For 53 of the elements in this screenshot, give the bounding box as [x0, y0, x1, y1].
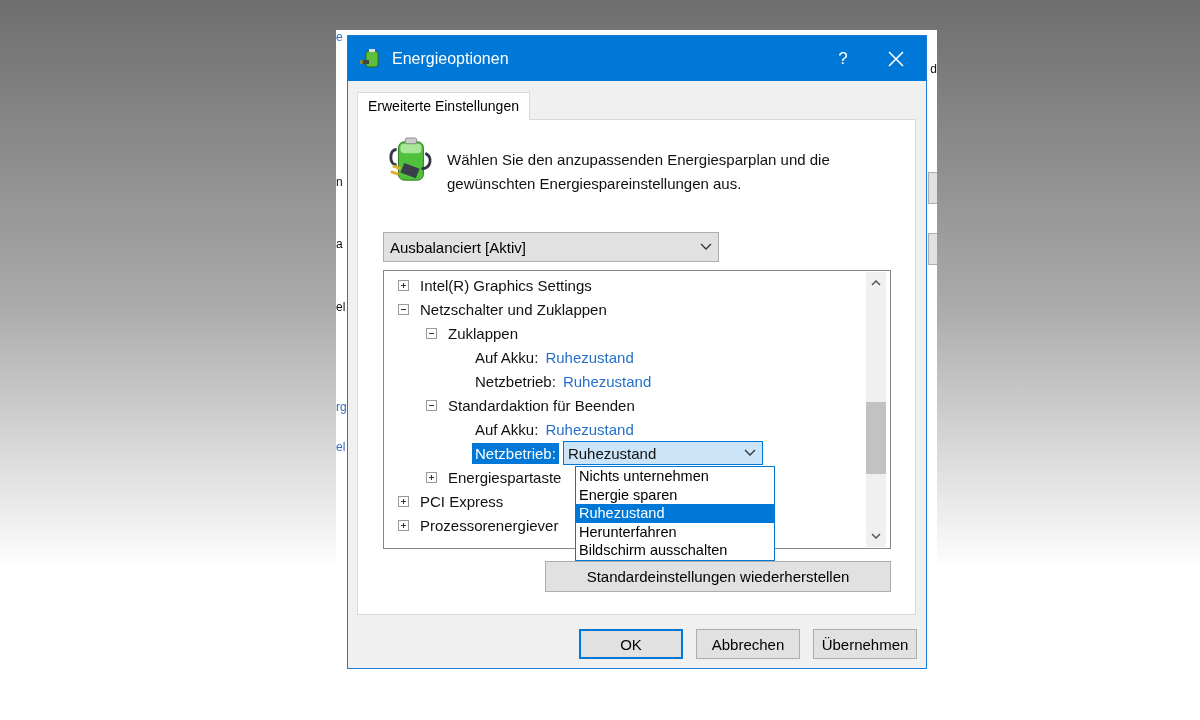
value-dropdown[interactable]: Ruhezustand: [562, 441, 763, 465]
expand-icon[interactable]: [398, 519, 409, 531]
tree-item[interactable]: Prozessorenergiever: [420, 516, 559, 534]
dropdown-option[interactable]: Ruhezustand: [576, 504, 774, 523]
dropdown-option[interactable]: Nichts unternehmen: [576, 467, 774, 486]
help-button[interactable]: ?: [820, 36, 866, 81]
dropdown-edge: [928, 233, 937, 265]
tree-item[interactable]: Zuklappen: [448, 324, 519, 342]
scroll-up-icon[interactable]: [871, 280, 881, 286]
chevron-down-icon: [700, 243, 712, 251]
text-fragment: d: [930, 62, 937, 76]
collapse-icon[interactable]: [398, 303, 409, 315]
dialog-button[interactable]: OK: [579, 629, 683, 659]
setting-value-link[interactable]: Ruhezustand: [562, 372, 652, 390]
expand-icon[interactable]: [426, 471, 437, 483]
expand-icon[interactable]: [398, 279, 409, 291]
text-fragment: n: [336, 175, 343, 189]
restore-defaults-button[interactable]: Standardeinstellungen wiederherstellen: [545, 561, 891, 592]
text-fragment: e: [336, 30, 343, 44]
setting-value-link[interactable]: Ruhezustand: [545, 348, 634, 366]
dropdown-option[interactable]: Energie sparen: [576, 485, 774, 505]
window-title: Energieoptionen: [392, 49, 510, 68]
tree-item[interactable]: Netzschalter und Zuklappen: [420, 300, 607, 318]
dropdown-option[interactable]: Bildschirm ausschalten: [576, 541, 774, 560]
collapse-icon[interactable]: [426, 327, 437, 339]
expand-icon[interactable]: [398, 495, 409, 507]
setting-value-link[interactable]: Ruhezustand: [545, 420, 634, 438]
text-fragment: el: [336, 300, 346, 314]
scroll-down-icon[interactable]: [871, 533, 881, 539]
dialog-button[interactable]: Übernehmen: [813, 629, 917, 659]
scroll-thumb[interactable]: [866, 402, 886, 474]
setting-label[interactable]: Auf Akku:: [472, 346, 542, 368]
dropdown-option[interactable]: Herunterfahren: [576, 522, 774, 542]
dialog-button[interactable]: Abbrechen: [696, 629, 800, 659]
tab[interactable]: Erweiterte Einstellungen: [357, 92, 530, 120]
tree-item[interactable]: Energiespartaste: [448, 468, 562, 486]
tree-item[interactable]: Intel(R) Graphics Settings: [420, 276, 592, 294]
text-fragment: a: [336, 237, 343, 251]
text-fragment: rg: [336, 400, 347, 414]
battery-plug-icon: [360, 47, 382, 70]
setting-label[interactable]: Netzbetrieb:: [472, 370, 559, 392]
text-fragment: el: [336, 440, 346, 454]
collapse-icon[interactable]: [426, 399, 437, 411]
setting-label[interactable]: Auf Akku:: [472, 418, 542, 440]
dropdown-edge: [928, 172, 937, 204]
scrollbar[interactable]: [866, 272, 886, 547]
tree-item[interactable]: Standardaktion für Beenden: [448, 396, 635, 414]
close-icon: [888, 50, 904, 67]
tree-item[interactable]: PCI Express: [420, 492, 504, 510]
instruction-text: Wählen Sie den anzupassenden Energiesparplan und die gewünschten Energiespareinstellungen aus.: [447, 150, 831, 194]
setting-label[interactable]: Netzbetrieb:: [472, 442, 559, 464]
plan-dropdown[interactable]: Ausbalanciert [Aktiv]: [383, 232, 719, 262]
chevron-down-icon: [743, 449, 756, 457]
